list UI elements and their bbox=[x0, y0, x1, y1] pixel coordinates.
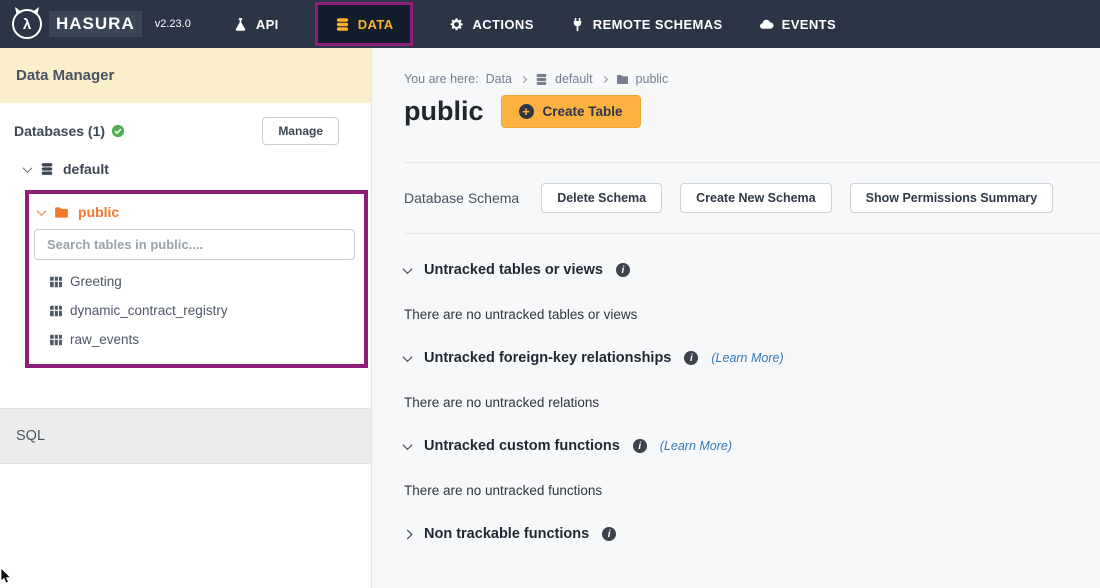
chevron-down-icon[interactable] bbox=[37, 206, 47, 216]
nav-item-events[interactable]: EVENTS bbox=[759, 0, 836, 48]
nav-item-api[interactable]: API bbox=[233, 0, 279, 48]
create-table-button[interactable]: Create Table bbox=[501, 95, 641, 128]
hasura-logo-icon bbox=[12, 9, 42, 39]
nav-label: DATA bbox=[358, 17, 394, 32]
folder-icon bbox=[616, 73, 629, 86]
chevron-down-icon[interactable] bbox=[23, 163, 33, 173]
database-icon bbox=[535, 73, 548, 86]
database-schema-row: Database Schema Delete Schema Create New… bbox=[404, 183, 1100, 213]
database-icon bbox=[335, 17, 350, 32]
brand-name: HASURA bbox=[49, 11, 142, 37]
main-nav: API DATA ACTIONS REMOTE SCHEMAS EVENTS bbox=[233, 0, 872, 48]
section-title: Non trackable functions bbox=[424, 526, 589, 542]
divider bbox=[404, 162, 1100, 163]
sidebar-item-table-raw-events[interactable]: raw_events bbox=[34, 325, 355, 354]
table-list: Greeting dynamic_contract_registry raw_e… bbox=[34, 260, 355, 354]
hasura-logo[interactable]: HASURA v2.23.0 bbox=[0, 9, 191, 39]
sidebar-item-table-greeting[interactable]: Greeting bbox=[34, 267, 355, 296]
title-row: public Create Table bbox=[404, 95, 1100, 128]
section-title: Untracked custom functions bbox=[424, 438, 620, 454]
breadcrumb-data[interactable]: Data bbox=[486, 72, 512, 86]
section-untracked-custom-functions[interactable]: Untracked custom functions (Learn More) bbox=[404, 438, 1100, 454]
create-new-schema-button[interactable]: Create New Schema bbox=[680, 183, 832, 213]
info-icon[interactable] bbox=[616, 263, 630, 277]
check-circle-icon bbox=[111, 124, 125, 138]
databases-label: Databases (1) bbox=[14, 123, 105, 139]
chevron-right-icon bbox=[601, 75, 608, 82]
section-body: There are no untracked functions bbox=[404, 483, 1100, 498]
table-name: raw_events bbox=[70, 332, 139, 347]
divider bbox=[404, 233, 1100, 234]
breadcrumb-default[interactable]: default bbox=[555, 72, 593, 86]
folder-icon bbox=[54, 205, 69, 220]
schema-page: You are here: Data default public public… bbox=[372, 48, 1100, 588]
data-sidebar: Data Manager Databases (1) Manage defaul… bbox=[0, 48, 372, 588]
sidebar-item-default-database[interactable]: default bbox=[0, 153, 371, 185]
databases-label-group: Databases (1) bbox=[14, 123, 125, 139]
chevron-down-icon[interactable] bbox=[403, 352, 413, 362]
nav-label: API bbox=[256, 17, 279, 32]
section-non-trackable-functions[interactable]: Non trackable functions bbox=[404, 526, 1100, 542]
version-label: v2.23.0 bbox=[155, 18, 191, 30]
info-icon[interactable] bbox=[684, 351, 698, 365]
nav-label: REMOTE SCHEMAS bbox=[593, 17, 723, 32]
databases-row: Databases (1) Manage bbox=[0, 103, 371, 153]
chevron-right-icon bbox=[520, 75, 527, 82]
learn-more-link[interactable]: (Learn More) bbox=[711, 351, 783, 365]
gears-icon bbox=[449, 17, 464, 32]
create-table-label: Create Table bbox=[543, 104, 623, 119]
chevron-right-icon[interactable] bbox=[403, 529, 413, 539]
nav-label: EVENTS bbox=[782, 17, 836, 32]
info-icon[interactable] bbox=[633, 439, 647, 453]
table-icon bbox=[49, 275, 63, 289]
database-icon bbox=[40, 162, 54, 176]
nav-label: ACTIONS bbox=[472, 17, 533, 32]
delete-schema-button[interactable]: Delete Schema bbox=[541, 183, 662, 213]
section-untracked-fk-relationships[interactable]: Untracked foreign-key relationships (Lea… bbox=[404, 350, 1100, 366]
table-name: dynamic_contract_registry bbox=[70, 303, 228, 318]
plug-icon bbox=[570, 17, 585, 32]
nav-item-actions[interactable]: ACTIONS bbox=[449, 0, 533, 48]
data-manager-header: Data Manager bbox=[0, 48, 371, 103]
database-name: default bbox=[63, 161, 109, 177]
nav-item-data[interactable]: DATA bbox=[315, 2, 414, 46]
cloud-icon bbox=[759, 17, 774, 32]
top-navbar: HASURA v2.23.0 API DATA ACTIONS REMOTE bbox=[0, 0, 1100, 48]
section-body: There are no untracked tables or views bbox=[404, 307, 1100, 322]
chevron-down-icon[interactable] bbox=[403, 440, 413, 450]
learn-more-link[interactable]: (Learn More) bbox=[660, 439, 732, 453]
database-schema-label: Database Schema bbox=[404, 190, 519, 206]
sidebar-item-table-dynamic-contract-registry[interactable]: dynamic_contract_registry bbox=[34, 296, 355, 325]
chevron-down-icon[interactable] bbox=[403, 264, 413, 274]
breadcrumb: You are here: Data default public bbox=[404, 72, 1100, 86]
section-title: Untracked foreign-key relationships bbox=[424, 350, 671, 366]
info-icon[interactable] bbox=[602, 527, 616, 541]
nav-item-remote-schemas[interactable]: REMOTE SCHEMAS bbox=[570, 0, 723, 48]
manage-button[interactable]: Manage bbox=[262, 117, 339, 145]
section-title: Untracked tables or views bbox=[424, 262, 603, 278]
page-title: public bbox=[404, 96, 484, 127]
schema-name: public bbox=[78, 204, 119, 220]
search-tables-input[interactable] bbox=[34, 229, 355, 260]
mouse-cursor bbox=[0, 568, 13, 584]
breadcrumb-public[interactable]: public bbox=[636, 72, 669, 86]
show-permissions-summary-button[interactable]: Show Permissions Summary bbox=[850, 183, 1054, 213]
flask-icon bbox=[233, 17, 248, 32]
sidebar-item-sql[interactable]: SQL bbox=[0, 408, 371, 464]
table-icon bbox=[49, 304, 63, 318]
sidebar-item-public-schema[interactable]: public bbox=[34, 199, 355, 229]
section-body: There are no untracked relations bbox=[404, 395, 1100, 410]
schema-highlight-box: public Greeting dynamic_contract_registr… bbox=[25, 190, 368, 368]
plus-circle-icon bbox=[519, 104, 534, 119]
table-icon bbox=[49, 333, 63, 347]
table-name: Greeting bbox=[70, 274, 122, 289]
section-untracked-tables[interactable]: Untracked tables or views bbox=[404, 262, 1100, 278]
breadcrumb-prefix: You are here: bbox=[404, 72, 479, 86]
